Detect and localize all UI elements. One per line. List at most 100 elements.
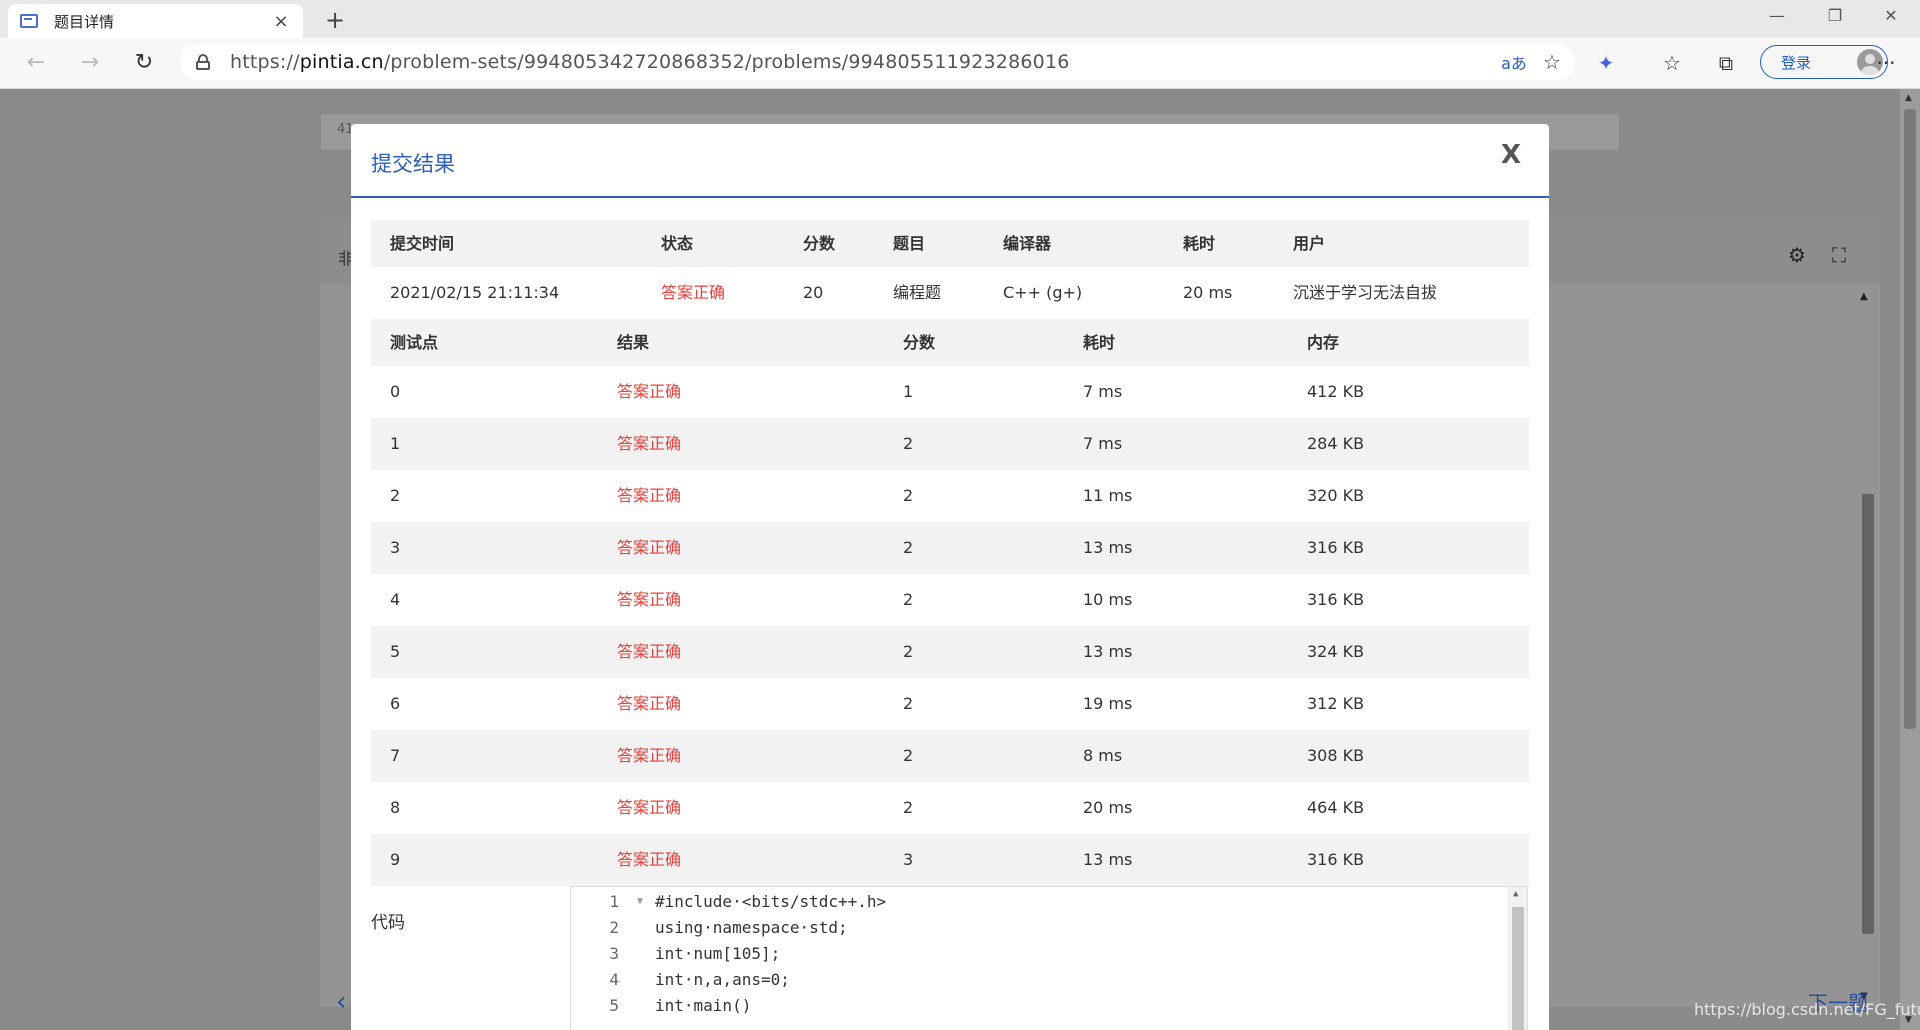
browser-toolbar: ← → ↻ https://pintia.cn/problem-sets/994… bbox=[0, 38, 1920, 89]
table-row: 5 答案正确 2 13 ms 324 KB bbox=[371, 626, 1529, 678]
summary-time: 2021/02/15 21:11:34 bbox=[390, 283, 560, 302]
forward-arrow-icon[interactable]: → bbox=[74, 48, 106, 78]
case-memory: 316 KB bbox=[1307, 850, 1365, 869]
modal-title: 提交结果 bbox=[371, 152, 455, 176]
line-number: 1 bbox=[609, 892, 619, 911]
url-text[interactable]: https://pintia.cn/problem-sets/994805342… bbox=[230, 51, 1499, 73]
case-score: 2 bbox=[903, 590, 914, 609]
address-bar[interactable]: https://pintia.cn/problem-sets/994805342… bbox=[180, 44, 1575, 80]
code-scrollbar[interactable]: ▲ bbox=[1508, 887, 1527, 1030]
lock-icon[interactable] bbox=[196, 54, 210, 70]
reload-icon[interactable]: ↻ bbox=[128, 48, 160, 78]
tab-close-icon[interactable]: × bbox=[271, 11, 291, 32]
code-label: 代码 bbox=[371, 913, 405, 933]
summary-user[interactable]: 沉迷于学习无法自拔 bbox=[1293, 267, 1437, 319]
page-scrollbar[interactable]: ▲ ▼ bbox=[1900, 89, 1920, 1030]
case-id: 8 bbox=[390, 798, 401, 817]
summary-header-elapsed: 耗时 bbox=[1183, 234, 1216, 253]
translate-icon[interactable]: aあ bbox=[1499, 50, 1529, 74]
case-result: 答案正确 bbox=[617, 538, 682, 557]
summary-header-status: 状态 bbox=[661, 234, 694, 253]
case-memory: 320 KB bbox=[1307, 486, 1365, 505]
summary-header-time: 提交时间 bbox=[390, 234, 455, 253]
summary-compiler: C++ (g+) bbox=[1003, 283, 1083, 302]
table-row: 4 答案正确 2 10 ms 316 KB bbox=[371, 574, 1529, 626]
case-score: 2 bbox=[903, 798, 914, 817]
code-text: #include·<bits/stdc++.h> bbox=[655, 892, 887, 911]
summary-header-compiler: 编译器 bbox=[1003, 234, 1052, 253]
favorites-icon[interactable]: ☆ bbox=[1658, 50, 1686, 76]
scroll-up-arrow-icon[interactable]: ▲ bbox=[1905, 93, 1912, 103]
case-score: 3 bbox=[903, 850, 914, 869]
prev-problem-icon: ‹ bbox=[336, 987, 347, 1017]
more-menu-icon[interactable]: ··· bbox=[1872, 50, 1900, 76]
case-memory: 412 KB bbox=[1307, 382, 1365, 401]
window-minimize-button[interactable]: — bbox=[1762, 6, 1792, 25]
watermark: https://blog.csdn.net/FG_future bbox=[1694, 1000, 1920, 1019]
scroll-up-arrow-icon[interactable]: ▲ bbox=[1513, 889, 1518, 899]
case-result: 答案正确 bbox=[617, 382, 682, 401]
page-scroll-thumb[interactable] bbox=[1904, 109, 1916, 729]
modal-close-button[interactable]: X bbox=[1501, 140, 1521, 170]
case-result: 答案正确 bbox=[617, 694, 682, 713]
case-result: 答案正确 bbox=[617, 590, 682, 609]
fold-arrow-icon[interactable]: ▼ bbox=[637, 889, 643, 915]
summary-header-problem: 题目 bbox=[893, 234, 926, 253]
code-line: 4 int·n,a,ans=0; bbox=[571, 967, 1527, 993]
summary-header-score: 分数 bbox=[803, 234, 836, 253]
window-close-button[interactable]: ✕ bbox=[1876, 6, 1906, 25]
case-id: 7 bbox=[390, 746, 401, 765]
line-number: 3 bbox=[609, 944, 619, 963]
case-score: 2 bbox=[903, 486, 914, 505]
case-id: 9 bbox=[390, 850, 401, 869]
case-time: 20 ms bbox=[1083, 798, 1133, 817]
code-text: int·n,a,ans=0; bbox=[655, 970, 790, 989]
add-favorite-icon[interactable]: ☆ bbox=[1537, 50, 1567, 74]
case-header-id: 测试点 bbox=[390, 333, 439, 352]
case-header-row: 测试点 结果 分数 耗时 内存 bbox=[371, 319, 1529, 366]
summary-row: 2021/02/15 21:11:34 答案正确 20 编程题 C++ (g+)… bbox=[371, 267, 1529, 319]
case-id: 4 bbox=[390, 590, 401, 609]
table-row: 8 答案正确 2 20 ms 464 KB bbox=[371, 782, 1529, 834]
case-header-time: 耗时 bbox=[1083, 333, 1116, 352]
case-time: 11 ms bbox=[1083, 486, 1133, 505]
extension-icon[interactable]: ✦ bbox=[1592, 50, 1620, 76]
code-scroll-thumb[interactable] bbox=[1512, 907, 1524, 1030]
code-line: 5 int·main() bbox=[571, 993, 1527, 1019]
login-button[interactable]: 登录 bbox=[1760, 45, 1888, 79]
table-row: 7 答案正确 2 8 ms 308 KB bbox=[371, 730, 1529, 782]
case-memory: 316 KB bbox=[1307, 538, 1365, 557]
case-time: 13 ms bbox=[1083, 538, 1133, 557]
case-time: 7 ms bbox=[1083, 382, 1123, 401]
code-line: 3 int·num[105]; bbox=[571, 941, 1527, 967]
case-memory: 464 KB bbox=[1307, 798, 1365, 817]
code-viewer[interactable]: 1 ▼ #include·<bits/stdc++.h> 2 using·nam… bbox=[570, 886, 1528, 1030]
case-id: 5 bbox=[390, 642, 401, 661]
case-id: 2 bbox=[390, 486, 401, 505]
code-text: int·main() bbox=[655, 996, 752, 1015]
submission-result-modal: 提交结果 X 提交时间 状态 分数 题目 编译器 耗时 用户 2021/02/1… bbox=[351, 124, 1549, 1030]
browser-tab-active[interactable]: 题目详情 × bbox=[8, 4, 303, 38]
case-result: 答案正确 bbox=[617, 798, 682, 817]
case-time: 13 ms bbox=[1083, 850, 1133, 869]
summary-header-row: 提交时间 状态 分数 题目 编译器 耗时 用户 bbox=[371, 220, 1529, 267]
collections-icon[interactable]: ⧉ bbox=[1712, 50, 1740, 76]
code-text: int·num[105]; bbox=[655, 944, 781, 963]
table-row: 9 答案正确 3 13 ms 316 KB bbox=[371, 834, 1529, 886]
case-time: 8 ms bbox=[1083, 746, 1123, 765]
table-row: 2 答案正确 2 11 ms 320 KB bbox=[371, 470, 1529, 522]
code-line: 1 ▼ #include·<bits/stdc++.h> bbox=[571, 889, 1527, 915]
case-memory: 316 KB bbox=[1307, 590, 1365, 609]
case-result: 答案正确 bbox=[617, 850, 682, 869]
case-memory: 308 KB bbox=[1307, 746, 1365, 765]
code-text: using·namespace·std; bbox=[655, 918, 848, 937]
tab-bar: 题目详情 × + — ❐ ✕ bbox=[0, 0, 1920, 38]
fullscreen-icon: ⛶ bbox=[1832, 243, 1846, 267]
back-arrow-icon[interactable]: ← bbox=[20, 48, 52, 78]
table-row: 1 答案正确 2 7 ms 284 KB bbox=[371, 418, 1529, 470]
case-score: 2 bbox=[903, 746, 914, 765]
case-id: 0 bbox=[390, 382, 401, 401]
new-tab-button[interactable]: + bbox=[320, 6, 350, 34]
line-number: 2 bbox=[609, 918, 619, 937]
window-restore-button[interactable]: ❐ bbox=[1820, 6, 1850, 25]
